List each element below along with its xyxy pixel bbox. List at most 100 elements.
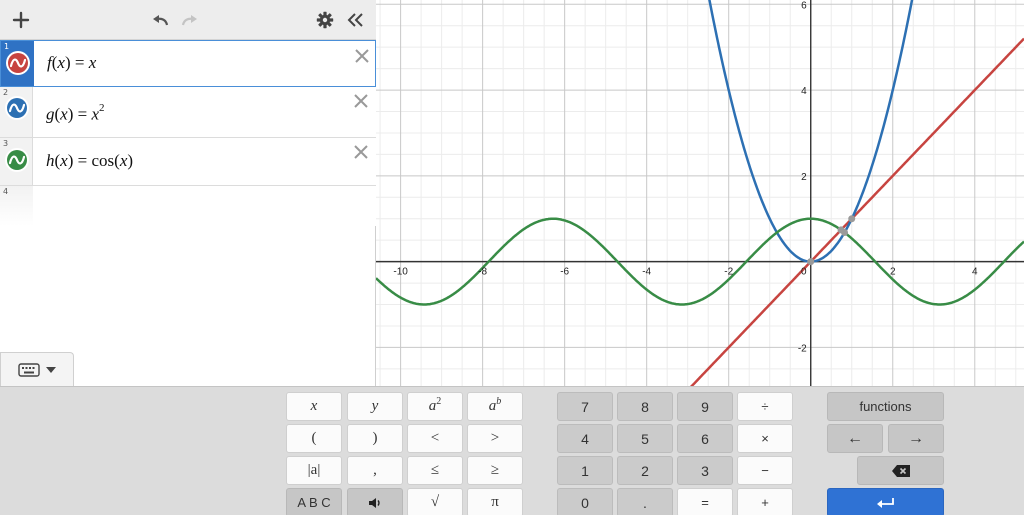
axes [376,0,1024,386]
x-tick-label: 2 [890,267,896,278]
key-backspace[interactable] [857,456,944,485]
key-8[interactable]: 8 [617,392,673,421]
x-tick-label: 0 [801,267,807,278]
double-chevron-left-icon [347,13,363,27]
settings-button[interactable] [314,6,336,34]
key-9[interactable]: 9 [677,392,733,421]
math-keypad: x y a2 ab ( ) < > |a| , ≤ ≥ A B C √ π 7 … [0,386,1024,515]
key-equals[interactable]: = [677,488,733,515]
expression-index: 4 [3,187,9,196]
graph-toggle-button[interactable] [6,51,30,75]
delete-expression-button[interactable] [353,47,371,65]
key-3[interactable]: 3 [677,456,733,485]
delete-expression-button[interactable] [352,92,370,110]
expression-index: 1 [4,42,10,51]
expression-gutter: 1 [1,41,34,86]
x-tick-label: 4 [972,267,978,278]
expression-index: 2 [3,88,9,97]
expression-math-g[interactable]: g(x) = x2 [46,102,105,125]
x-tick-label: -2 [724,267,733,278]
key-right-arrow[interactable]: → [888,424,944,453]
expression-list-panel: 1 f(x) = x 2 g(x) = x2 3 h(x) = cos(x) 4 [0,0,376,386]
intersection-point [848,215,856,223]
keyboard-icon [18,362,40,377]
key-absolute-value[interactable]: |a| [286,456,342,485]
key-5[interactable]: 5 [617,424,673,453]
expression-math-h[interactable]: h(x) = cos(x) [46,151,133,171]
y-tick-label: 2 [801,172,807,183]
expression-item-g[interactable]: 2 g(x) = x2 [0,87,376,138]
close-icon [354,145,368,159]
key-a-power-b[interactable]: ab [467,392,523,421]
key-audio[interactable] [347,488,403,515]
x-tick-label: -8 [478,267,487,278]
graph-canvas[interactable]: -10 -8 -6 -4 -2 0 2 4 6 4 2 -2 [376,0,1024,386]
gear-icon [316,11,334,29]
intersection-point [841,229,849,237]
key-1[interactable]: 1 [557,456,613,485]
key-left-arrow[interactable]: ← [827,424,883,453]
key-less-equal[interactable]: ≤ [407,456,463,485]
key-abc[interactable]: A B C [286,488,342,515]
expression-gutter: 4 [0,186,33,226]
key-a-squared[interactable]: a2 [407,392,463,421]
key-pi[interactable]: π [467,488,523,515]
key-greater-equal[interactable]: ≥ [467,456,523,485]
key-greater-than[interactable]: > [467,424,523,453]
key-6[interactable]: 6 [677,424,733,453]
expression-math-f[interactable]: f(x) = x [47,53,96,73]
x-tick-label: -4 [642,267,651,278]
key-multiply[interactable]: × [737,424,793,453]
key-decimal[interactable]: . [617,488,673,515]
key-minus[interactable]: − [737,456,793,485]
key-0[interactable]: 0 [557,488,613,515]
plus-icon [12,11,30,29]
graph-toggle-button[interactable] [5,148,29,172]
expression-gutter: 3 [0,138,33,185]
graph-toggle-button[interactable] [5,96,29,120]
backspace-icon [891,464,910,477]
expression-item-f[interactable]: 1 f(x) = x [0,40,376,87]
graph-paper[interactable]: -10 -8 -6 -4 -2 0 2 4 6 4 2 -2 [376,0,1024,386]
close-icon [354,94,368,108]
key-comma[interactable]: , [347,456,403,485]
key-x[interactable]: x [286,392,342,421]
sine-wave-icon [7,98,27,118]
sine-wave-icon [7,150,27,170]
intersection-point [807,258,815,266]
redo-icon [181,15,197,26]
sine-wave-icon [8,53,28,73]
key-y[interactable]: y [347,392,403,421]
key-less-than[interactable]: < [407,424,463,453]
key-7[interactable]: 7 [557,392,613,421]
undo-button[interactable] [148,6,172,34]
speaker-icon [369,497,380,508]
y-tick-label: 6 [801,0,807,11]
key-sqrt[interactable]: √ [407,488,463,515]
functions-button[interactable]: functions [827,392,944,421]
caret-down-icon [46,366,56,373]
delete-expression-button[interactable] [352,143,370,161]
redo-button[interactable] [178,6,202,34]
grid-lines [376,0,1024,386]
key-4[interactable]: 4 [557,424,613,453]
expression-gutter: 2 [0,87,33,137]
key-close-paren[interactable]: ) [347,424,403,453]
curves [376,0,1024,386]
key-plus[interactable]: + [737,488,793,515]
close-icon [355,49,369,63]
collapse-panel-button[interactable] [344,6,366,34]
key-enter[interactable] [827,488,944,515]
expression-item-empty[interactable]: 4 [0,186,376,226]
curve-f [690,37,1024,386]
expression-index: 3 [3,139,9,148]
key-divide[interactable]: ÷ [737,392,793,421]
expression-item-h[interactable]: 3 h(x) = cos(x) [0,138,376,186]
x-tick-label: -10 [393,267,408,278]
x-tick-label: -6 [560,267,569,278]
keyboard-toggle-button[interactable] [0,352,74,386]
add-item-button[interactable] [10,6,32,34]
key-open-paren[interactable]: ( [286,424,342,453]
key-2[interactable]: 2 [617,456,673,485]
expression-toolbar [0,0,376,40]
